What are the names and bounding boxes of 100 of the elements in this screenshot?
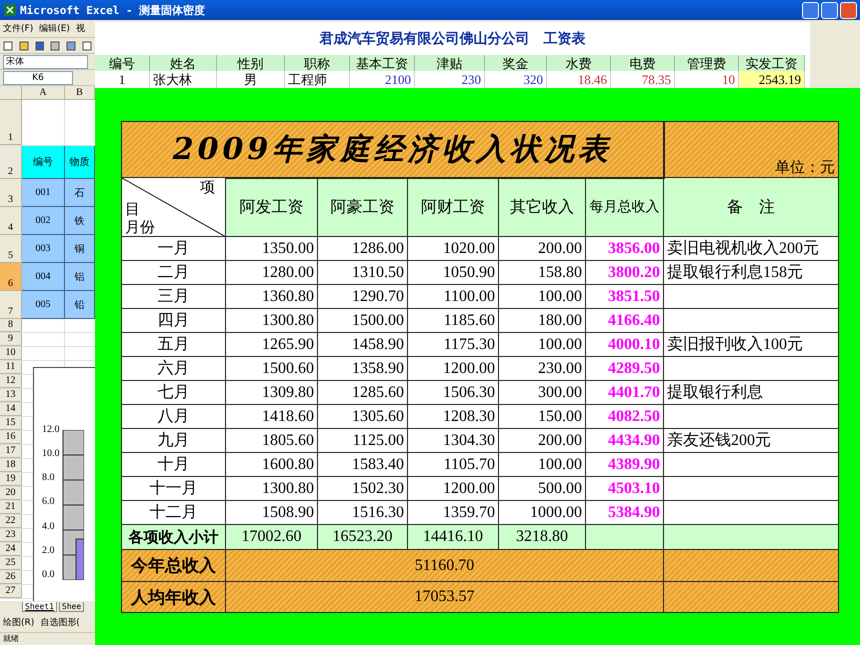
note-cell: 提取银行利息158元 bbox=[664, 260, 838, 284]
row-header[interactable]: 15 bbox=[0, 417, 22, 430]
table-cell: 1506.30 bbox=[408, 380, 498, 404]
note-cell: 卖旧电视机收入200元 bbox=[664, 236, 838, 260]
row-header[interactable]: 20 bbox=[0, 487, 22, 500]
toolbar-button[interactable]: 自选图形( bbox=[40, 616, 80, 629]
table-cell: 工程师 bbox=[285, 71, 350, 89]
row-header[interactable]: 7 bbox=[0, 291, 22, 319]
row-header[interactable]: 14 bbox=[0, 403, 22, 416]
name-box[interactable]: K6 bbox=[3, 70, 73, 84]
total-cell: 3851.50 bbox=[586, 284, 664, 308]
table-cell: 158.80 bbox=[498, 260, 586, 284]
font-field[interactable]: 宋体 bbox=[3, 54, 88, 68]
corner-header: 项 目 月份 bbox=[122, 178, 226, 236]
row-header[interactable]: 5 bbox=[0, 235, 22, 263]
column-header: B bbox=[65, 86, 95, 100]
month-cell: 五月 bbox=[122, 332, 226, 356]
row-header[interactable]: 1 bbox=[0, 100, 22, 145]
row-header[interactable]: 18 bbox=[0, 459, 22, 472]
table-cell: 1300.80 bbox=[226, 476, 318, 500]
month-cell: 八月 bbox=[122, 404, 226, 428]
table-cell: 1350.00 bbox=[226, 236, 318, 260]
table-cell: 1290.70 bbox=[318, 284, 408, 308]
table-cell: 1280.00 bbox=[226, 260, 318, 284]
table-cell: 1265.90 bbox=[226, 332, 318, 356]
row-header[interactable]: 24 bbox=[0, 543, 22, 556]
row-header[interactable]: 25 bbox=[0, 557, 22, 570]
table-cell: 1050.90 bbox=[408, 260, 498, 284]
sheet-title: 君成汽车贸易有限公司佛山分公司 工资表 bbox=[318, 30, 586, 48]
row-header[interactable]: 9 bbox=[0, 333, 22, 346]
row-header[interactable]: 6 bbox=[0, 263, 22, 291]
row-header[interactable]: 21 bbox=[0, 501, 22, 514]
toolbar-icon[interactable] bbox=[82, 40, 92, 50]
month-cell: 三月 bbox=[122, 284, 226, 308]
toolbar-icon[interactable] bbox=[66, 40, 76, 50]
total-cell: 4389.90 bbox=[586, 452, 664, 476]
table-cell: 1500.60 bbox=[226, 356, 318, 380]
menu-item[interactable]: 编辑(E) bbox=[39, 22, 70, 35]
table-cell: 16523.20 bbox=[318, 524, 408, 550]
window-title: Microsoft Excel - 测量固体密度 bbox=[20, 2, 206, 18]
table-cell: 铜 bbox=[65, 235, 95, 263]
row-header[interactable]: 11 bbox=[0, 361, 22, 374]
table-cell: 1500.00 bbox=[318, 308, 408, 332]
table-cell: 100.00 bbox=[498, 284, 586, 308]
total-cell: 4503.10 bbox=[586, 476, 664, 500]
row-header[interactable]: 16 bbox=[0, 431, 22, 444]
axis-tick-label: 10.0 bbox=[42, 449, 60, 460]
total-cell: 4082.50 bbox=[586, 404, 664, 428]
table-cell: 张大林 bbox=[150, 71, 217, 89]
sheet-tab[interactable]: Sheet1 bbox=[22, 602, 57, 612]
unit-label: 单位：元 bbox=[664, 122, 838, 178]
month-cell: 六月 bbox=[122, 356, 226, 380]
row-header[interactable]: 4 bbox=[0, 207, 22, 235]
row-header[interactable]: 2 bbox=[0, 146, 22, 179]
table-cell: 180.00 bbox=[498, 308, 586, 332]
note-cell: 卖旧报刊收入100元 bbox=[664, 332, 838, 356]
total-cell: 4434.90 bbox=[586, 428, 664, 452]
total-cell: 4000.10 bbox=[586, 332, 664, 356]
table-cell: 1360.80 bbox=[226, 284, 318, 308]
table-cell: 10 bbox=[675, 71, 739, 89]
table-cell: 003 bbox=[22, 235, 65, 263]
toolbar-icon[interactable] bbox=[34, 40, 44, 50]
row-header[interactable]: 12 bbox=[0, 375, 22, 388]
row-header[interactable]: 19 bbox=[0, 473, 22, 486]
table-cell: 1458.90 bbox=[318, 332, 408, 356]
table-cell: 1185.60 bbox=[408, 308, 498, 332]
row-header[interactable]: 8 bbox=[0, 319, 22, 332]
table-title: 2009年家庭经济收入状况表 bbox=[122, 122, 664, 178]
row-header[interactable]: 10 bbox=[0, 347, 22, 360]
toolbar-icon[interactable] bbox=[18, 40, 29, 50]
table-cell: 1175.30 bbox=[408, 332, 498, 356]
row-header[interactable]: 17 bbox=[0, 445, 22, 458]
table-cell: 1285.60 bbox=[318, 380, 408, 404]
table-cell: 150.00 bbox=[498, 404, 586, 428]
row-header[interactable]: 27 bbox=[0, 585, 22, 598]
table-cell: 320 bbox=[485, 71, 547, 89]
toolbar-icon[interactable] bbox=[50, 40, 60, 50]
minimize-button[interactable] bbox=[802, 2, 819, 18]
menu-item[interactable]: 文件(F) bbox=[3, 22, 34, 35]
table-cell: 1100.00 bbox=[408, 284, 498, 308]
table-cell: 铁 bbox=[65, 207, 95, 235]
table-cell: 1309.80 bbox=[226, 380, 318, 404]
row-header[interactable]: 3 bbox=[0, 179, 22, 207]
row-header[interactable]: 13 bbox=[0, 389, 22, 402]
table-cell: 004 bbox=[22, 263, 65, 291]
row-header[interactable]: 26 bbox=[0, 571, 22, 584]
maximize-button[interactable] bbox=[821, 2, 838, 18]
sheet-tab[interactable]: Shee bbox=[58, 602, 84, 612]
total-cell: 5384.90 bbox=[586, 500, 664, 524]
toolbar-icon[interactable] bbox=[3, 40, 13, 50]
close-button[interactable] bbox=[840, 2, 857, 18]
note-cell: 亲友还钱200元 bbox=[664, 428, 838, 452]
month-cell: 十二月 bbox=[122, 500, 226, 524]
row-header[interactable]: 23 bbox=[0, 529, 22, 542]
menu-item[interactable]: 视 bbox=[76, 22, 85, 35]
table-cell: 1600.80 bbox=[226, 452, 318, 476]
toolbar-button[interactable]: 绘图(R) bbox=[3, 616, 34, 629]
table-cell: 14416.10 bbox=[408, 524, 498, 550]
row-header[interactable]: 22 bbox=[0, 515, 22, 528]
axis-tick-label: 6.0 bbox=[42, 497, 56, 508]
